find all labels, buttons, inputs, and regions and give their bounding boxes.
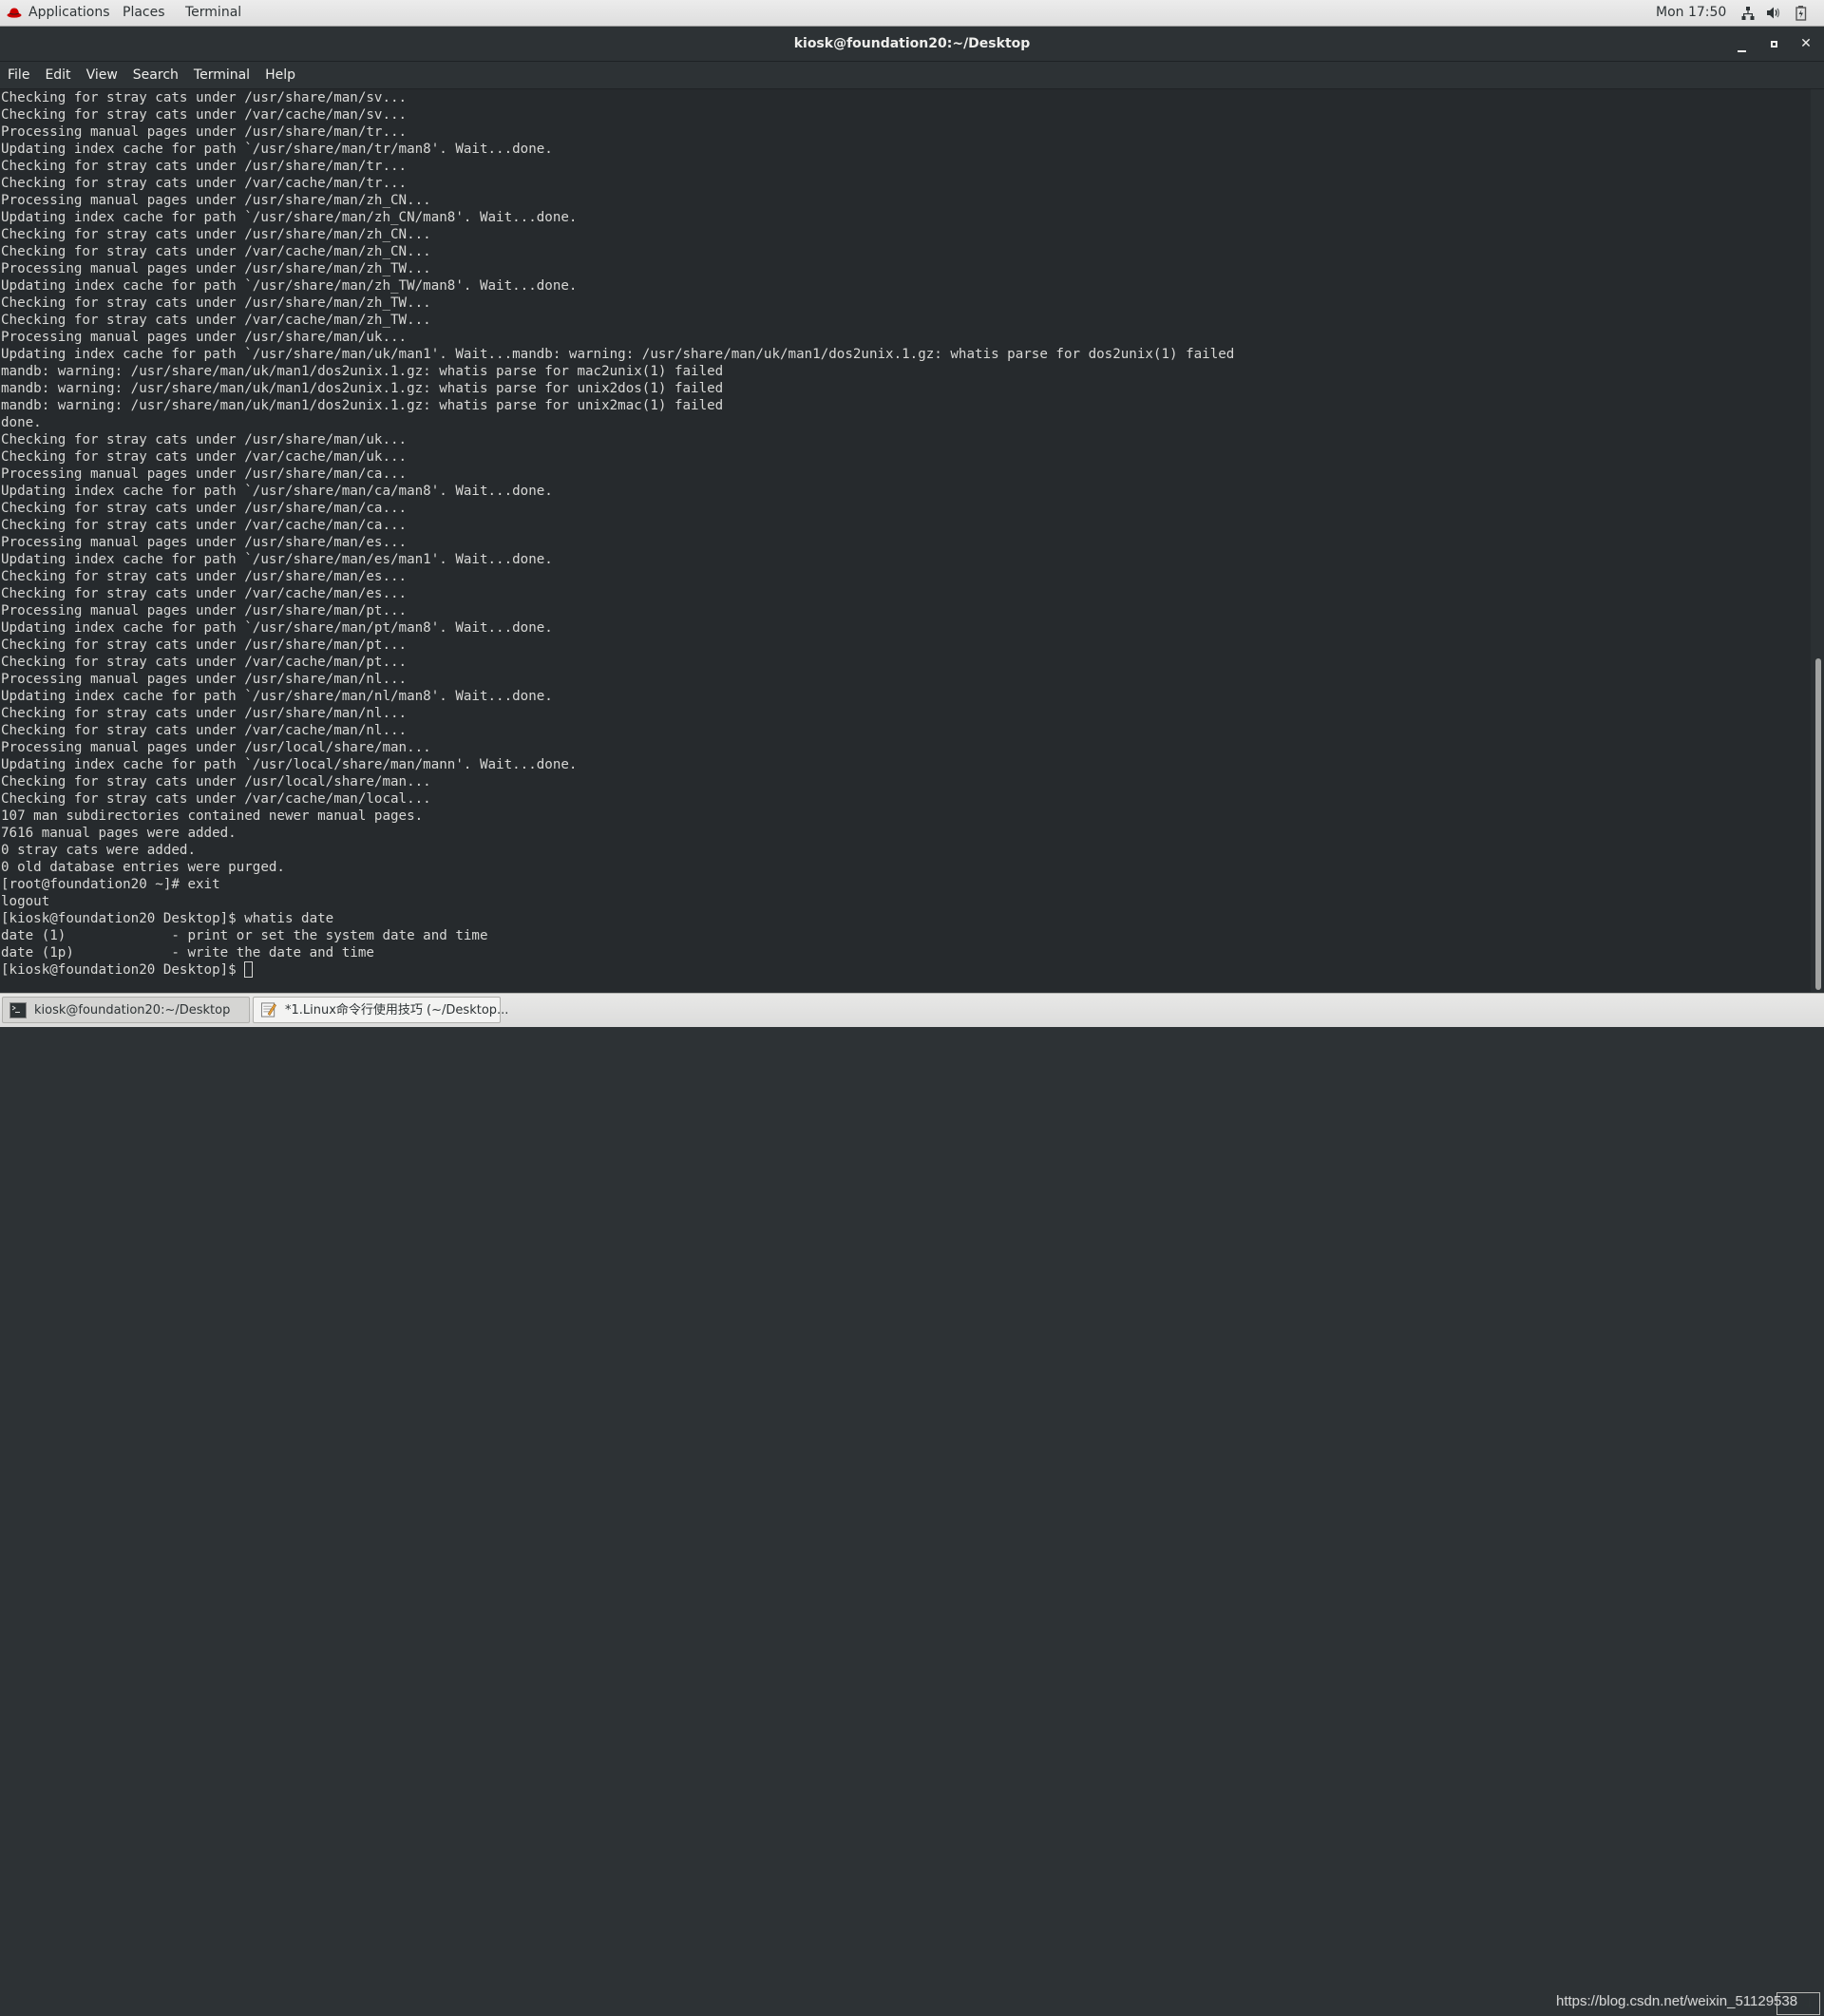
terminal-line: Updating index cache for path `/usr/loca… [1, 757, 578, 772]
terminal-line: Checking for stray cats under /var/cache… [1, 107, 408, 123]
text-cursor [244, 961, 254, 978]
terminal-line: logout [1, 894, 50, 909]
terminal-line: 0 old database entries were purged. [1, 860, 285, 875]
terminal-line: mandb: warning: /usr/share/man/uk/man1/d… [1, 398, 724, 413]
terminal-line: Processing manual pages under /usr/share… [1, 261, 431, 276]
terminal-line: mandb: warning: /usr/share/man/uk/man1/d… [1, 364, 724, 379]
maximize-icon [1770, 41, 1777, 48]
terminal-line: Checking for stray cats under /var/cache… [1, 586, 408, 601]
menu-bar: File Edit View Search Terminal Help [0, 62, 1824, 89]
terminal-line: Updating index cache for path `/usr/shar… [1, 278, 578, 294]
watermark-text: https://blog.csdn.net/weixin_51129538 [1556, 1993, 1798, 2009]
terminal-line: Checking for stray cats under /var/cache… [1, 723, 408, 738]
scrollbar-thumb[interactable] [1815, 658, 1821, 990]
terminal-line: Checking for stray cats under /usr/share… [1, 569, 408, 584]
terminal-line: Processing manual pages under /usr/share… [1, 124, 408, 140]
taskbar-item-text-editor[interactable]: *1.Linux命令行使用技巧 (~/Desktop... [253, 997, 508, 1023]
window-title-bar[interactable]: kiosk@foundation20:~/Desktop ✕ [0, 27, 1824, 62]
terminal-line: Checking for stray cats under /var/cache… [1, 655, 408, 670]
terminal-line: date (1) - print or set the system date … [1, 928, 488, 943]
menu-file[interactable]: File [0, 62, 37, 88]
menu-view[interactable]: View [79, 62, 125, 88]
menu-help[interactable]: Help [257, 62, 303, 88]
terminal-line: [kiosk@foundation20 Desktop]$ whatis dat… [1, 911, 334, 926]
text-editor-icon [260, 1002, 276, 1018]
close-icon: ✕ [1800, 36, 1812, 51]
terminal-line: Checking for stray cats under /usr/share… [1, 432, 408, 447]
terminal-line: Checking for stray cats under /var/cache… [1, 518, 408, 533]
terminal-line: Checking for stray cats under /usr/share… [1, 90, 408, 105]
terminal-line: Checking for stray cats under /usr/local… [1, 774, 431, 789]
terminal-line: 107 man subdirectories contained newer m… [1, 808, 424, 824]
terminal-line: Updating index cache for path `/usr/shar… [1, 142, 553, 157]
terminal-line: Updating index cache for path `/usr/shar… [1, 689, 553, 704]
window-title: kiosk@foundation20:~/Desktop [793, 36, 1031, 51]
minimize-button[interactable] [1732, 34, 1751, 53]
maximize-button[interactable] [1764, 34, 1783, 53]
terminal-line: Processing manual pages under /usr/share… [1, 330, 408, 345]
redhat-logo-icon [7, 8, 22, 18]
terminal-line: date (1p) - write the date and time [1, 945, 374, 960]
terminal-line: Checking for stray cats under /var/cache… [1, 313, 431, 328]
terminal-line: Checking for stray cats under /usr/share… [1, 227, 431, 242]
terminal-line: mandb: warning: /usr/share/man/uk/man1/d… [1, 381, 724, 396]
terminal-line: Processing manual pages under /usr/share… [1, 603, 408, 618]
terminal-line: Updating index cache for path `/usr/shar… [1, 552, 553, 567]
terminal-line: Processing manual pages under /usr/share… [1, 535, 408, 550]
gnome-top-bar: Applications Places Terminal Mon 17:50 [0, 0, 1824, 27]
terminal-line: Checking for stray cats under /var/cache… [1, 791, 431, 807]
close-button[interactable]: ✕ [1796, 34, 1815, 53]
terminal-output[interactable]: Checking for stray cats under /usr/share… [0, 89, 1811, 992]
terminal-icon [10, 1002, 27, 1018]
window-list-bar: kiosk@foundation20:~/Desktop *1.Linux命令行… [0, 993, 1824, 2015]
terminal-line: 0 stray cats were added. [1, 843, 196, 858]
terminal-app-menu[interactable]: Terminal [185, 0, 241, 26]
minimize-icon [1737, 50, 1746, 52]
terminal-line: [root@foundation20 ~]# exit [1, 877, 220, 892]
terminal-line: Processing manual pages under /usr/share… [1, 193, 431, 208]
terminal-text: Checking for stray cats under /usr/share… [0, 89, 1811, 979]
taskbar-item-label: kiosk@foundation20:~/Desktop [34, 1003, 231, 1018]
terminal-line: Processing manual pages under /usr/share… [1, 672, 408, 687]
shell-prompt: [kiosk@foundation20 Desktop]$ [1, 962, 245, 978]
terminal-line: Checking for stray cats under /var/cache… [1, 244, 431, 259]
terminal-line: Checking for stray cats under /usr/share… [1, 706, 408, 721]
terminal-line: Checking for stray cats under /usr/share… [1, 501, 408, 516]
terminal-line: 7616 manual pages were added. [1, 826, 237, 841]
terminal-line: Updating index cache for path `/usr/shar… [1, 347, 1235, 362]
terminal-line: Checking for stray cats under /var/cache… [1, 176, 408, 191]
places-menu[interactable]: Places [123, 0, 165, 26]
menu-edit[interactable]: Edit [37, 62, 78, 88]
terminal-line: Checking for stray cats under /usr/share… [1, 295, 431, 311]
volume-icon[interactable] [1766, 5, 1781, 21]
terminal-line: Processing manual pages under /usr/local… [1, 740, 431, 755]
terminal-line: Updating index cache for path `/usr/shar… [1, 620, 553, 636]
terminal-prompt-line[interactable]: [kiosk@foundation20 Desktop]$ [1, 961, 1811, 979]
menu-search[interactable]: Search [125, 62, 186, 88]
clock[interactable]: Mon 17:50 [1656, 0, 1726, 26]
terminal-line: Processing manual pages under /usr/share… [1, 466, 408, 482]
battery-icon[interactable] [1795, 5, 1810, 21]
terminal-line: Checking for stray cats under /usr/share… [1, 159, 408, 174]
network-icon[interactable] [1740, 5, 1756, 21]
terminal-line: Updating index cache for path `/usr/shar… [1, 484, 553, 499]
applications-menu[interactable]: Applications [28, 0, 110, 26]
terminal-line: Updating index cache for path `/usr/shar… [1, 210, 578, 225]
terminal-line: done. [1, 415, 42, 430]
menu-terminal[interactable]: Terminal [186, 62, 257, 88]
terminal-line: Checking for stray cats under /var/cache… [1, 449, 408, 465]
taskbar-item-terminal[interactable]: kiosk@foundation20:~/Desktop [2, 997, 250, 1023]
terminal-line: Checking for stray cats under /usr/share… [1, 637, 408, 653]
taskbar-item-label: *1.Linux命令行使用技巧 (~/Desktop... [285, 1003, 509, 1018]
